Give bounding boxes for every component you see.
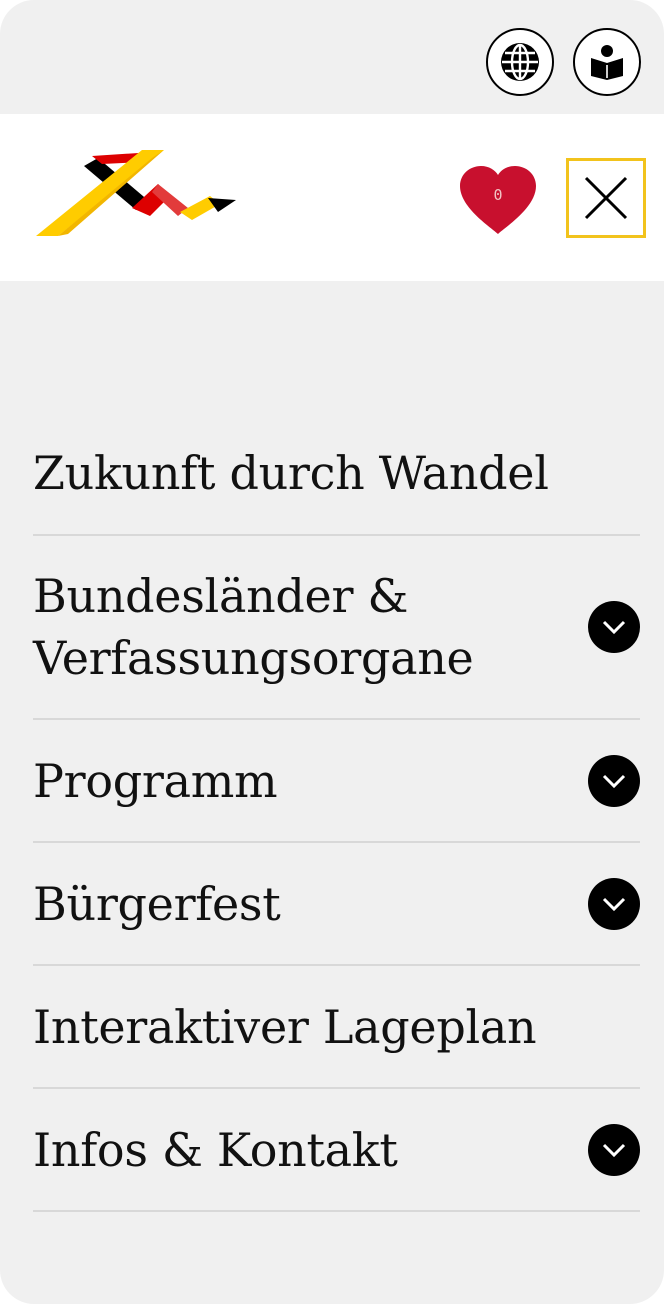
- favorites-button[interactable]: 0: [456, 164, 540, 244]
- expand-button[interactable]: [588, 877, 640, 930]
- chevron-down-icon: [602, 1143, 626, 1157]
- menu-item-infos-kontakt[interactable]: Infos & Kontakt: [33, 1089, 640, 1212]
- menu-item-label: Programm: [33, 753, 278, 808]
- menu-item-zukunft[interactable]: Zukunft durch Wandel: [33, 412, 640, 536]
- menu-item-label: Bürgerfest: [33, 876, 281, 931]
- menu-item-lageplan[interactable]: Interaktiver Lageplan: [33, 966, 640, 1089]
- menu-item-buergerfest[interactable]: Bürgerfest: [33, 843, 640, 966]
- close-icon: [584, 176, 628, 220]
- reader-icon: [591, 45, 623, 80]
- site-logo[interactable]: [32, 148, 238, 240]
- menu-item-label: Bundesländer & Verfassungsorgane: [33, 569, 474, 685]
- expand-button[interactable]: [588, 1123, 640, 1176]
- close-menu-button[interactable]: [566, 158, 646, 238]
- menu-item-programm[interactable]: Programm: [33, 720, 640, 843]
- mobile-menu-screen: 0 Zukunft durch Wandel Bundesländer & Ve…: [0, 0, 664, 1304]
- menu-item-label: Interaktiver Lageplan: [33, 999, 537, 1054]
- expand-button[interactable]: [588, 754, 640, 807]
- menu-item-bundeslaender[interactable]: Bundesländer & Verfassungsorgane: [33, 536, 640, 720]
- easy-read-button[interactable]: [573, 28, 641, 96]
- expand-button[interactable]: [588, 601, 640, 653]
- utility-bar: [0, 0, 664, 114]
- chevron-down-icon: [602, 897, 626, 911]
- site-header: 0: [0, 114, 664, 281]
- menu-item-label: Zukunft durch Wandel: [33, 446, 549, 500]
- language-button[interactable]: [486, 28, 554, 96]
- main-menu: Zukunft durch Wandel Bundesländer & Verf…: [33, 412, 640, 1212]
- globe-icon: [501, 43, 539, 81]
- chevron-down-icon: [602, 620, 626, 635]
- favorites-count: 0: [493, 186, 503, 204]
- menu-item-label: Infos & Kontakt: [33, 1122, 398, 1177]
- chevron-down-icon: [602, 774, 626, 788]
